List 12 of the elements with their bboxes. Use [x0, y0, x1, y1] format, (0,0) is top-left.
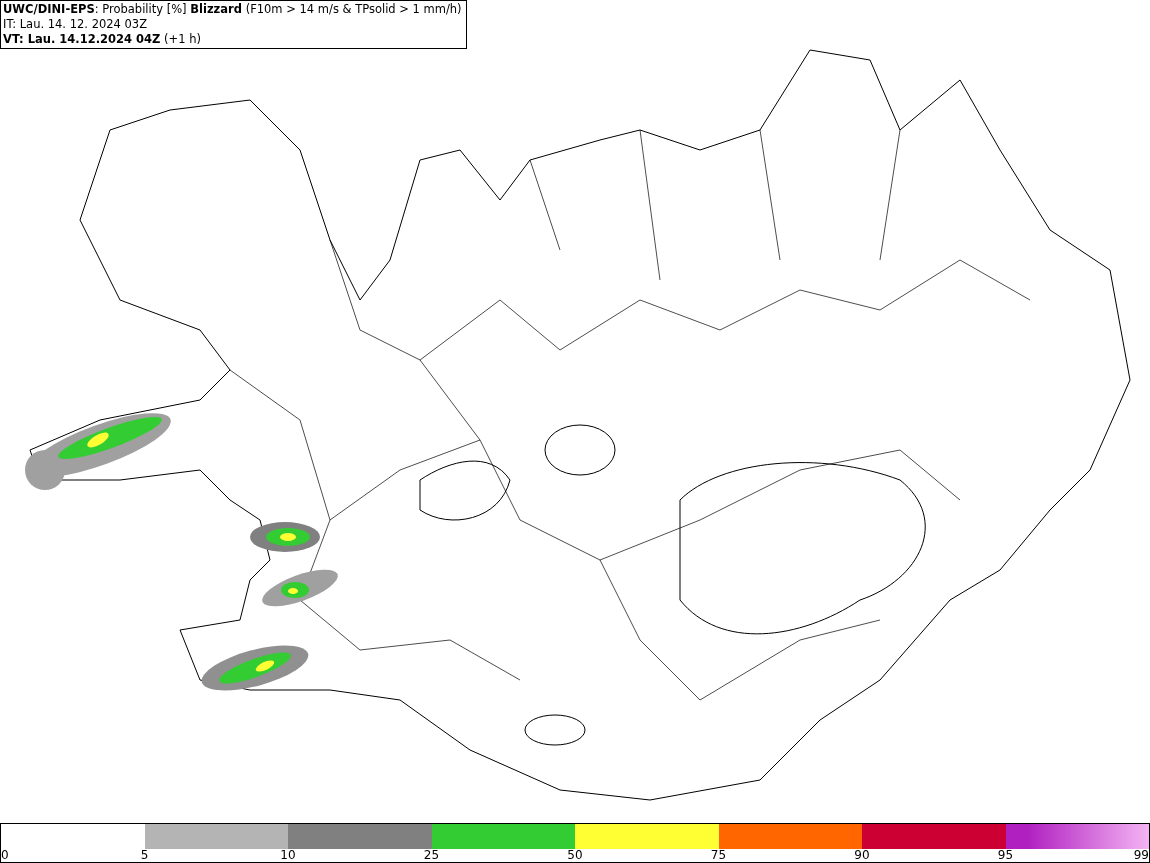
- initial-time-text: IT: Lau. 14. 12. 2024 03Z: [3, 17, 149, 32]
- legend-label: 50: [567, 849, 583, 862]
- valid-time-text: VT: Lau. 14.12.2024 04Z (+1 h): [3, 32, 202, 47]
- legend-label: 75: [710, 849, 727, 862]
- legend-label: 99: [1133, 849, 1149, 862]
- legend-label: 10: [280, 849, 296, 862]
- legend-label: 25: [423, 849, 440, 862]
- legend-label: 0: [1, 849, 9, 862]
- legend-label: 95: [997, 849, 1014, 862]
- map-title: UWC/DINI-EPS: Probability [%] Blizzard (F10m > 14 m/s & TPsolid > 1 mm/h): [3, 2, 462, 17]
- legend-label: 5: [140, 849, 149, 862]
- legend-label: 90: [854, 849, 870, 862]
